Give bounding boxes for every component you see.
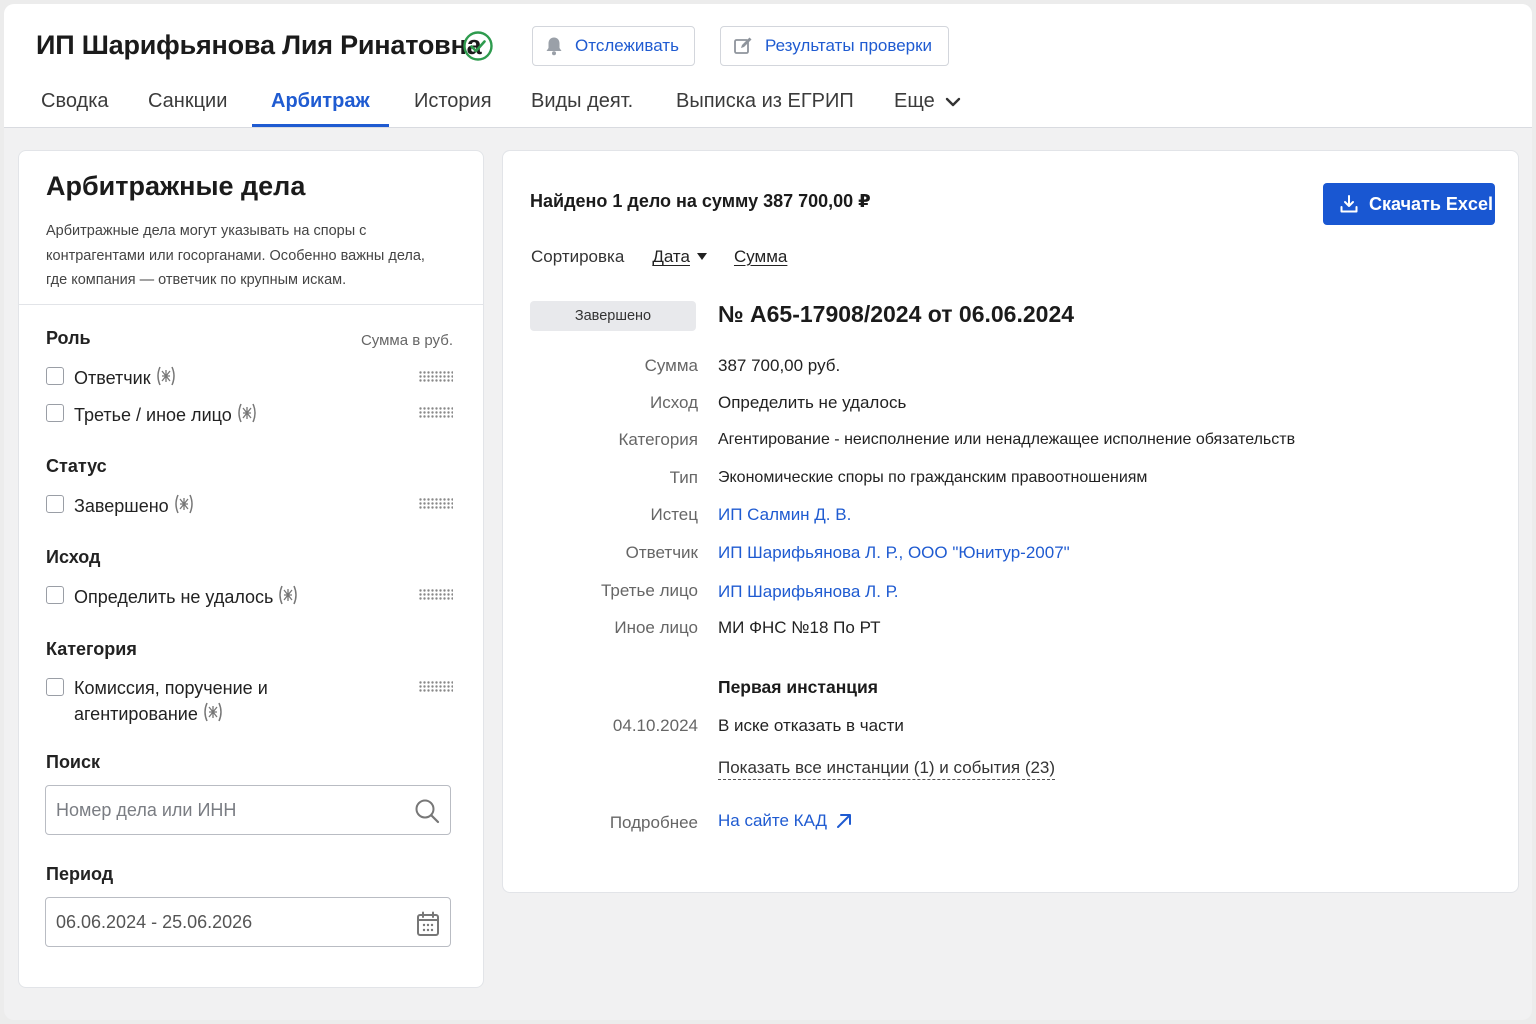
filter-option-third-party[interactable]: Третье / иное лицо bbox=[46, 402, 259, 428]
count-hidden-icon bbox=[156, 366, 175, 386]
blurred-sum-value bbox=[419, 681, 453, 693]
instance-date: 04.10.2024 bbox=[612, 716, 698, 735]
sort-controls: Сортировка Дата Сумма bbox=[531, 247, 787, 267]
field-label-type: Тип bbox=[669, 468, 698, 487]
tab-sanctions[interactable]: Санкции bbox=[148, 80, 227, 128]
filter-option-defendant[interactable]: Ответчик bbox=[46, 365, 178, 391]
blurred-sum-value bbox=[419, 407, 453, 419]
check-results-button[interactable]: Результаты проверки bbox=[720, 26, 949, 66]
option-label: Определить не удалось bbox=[74, 587, 274, 607]
divider bbox=[19, 304, 483, 305]
field-value-sum: 387 700,00 руб. bbox=[718, 356, 841, 375]
chevron-down-icon bbox=[945, 97, 960, 107]
tab-more-label: Еще bbox=[894, 90, 935, 112]
field-label-plaintiff: Истец bbox=[650, 505, 698, 524]
option-label: Комиссия, поручение и агентирование bbox=[74, 678, 268, 724]
checkbox[interactable] bbox=[46, 404, 64, 422]
field-label-outcome: Исход bbox=[649, 393, 698, 412]
edit-icon bbox=[734, 37, 752, 54]
search-icon[interactable] bbox=[414, 798, 440, 824]
blurred-sum-value bbox=[419, 498, 453, 510]
instance-title: Первая инстанция bbox=[718, 677, 878, 697]
page-header: ИП Шарифьянова Лия Ринатовна Отслеживать… bbox=[4, 4, 1532, 128]
found-summary: Найдено 1 дело на сумму 387 700,00 ₽ bbox=[530, 191, 871, 211]
download-icon bbox=[1340, 195, 1358, 213]
filters-title: Арбитражные дела bbox=[46, 171, 306, 201]
period-field bbox=[45, 897, 451, 947]
page-title: ИП Шарифьянова Лия Ринатовна bbox=[36, 30, 482, 60]
count-hidden-icon bbox=[204, 702, 222, 722]
period-title: Период bbox=[46, 864, 114, 884]
field-label-sum: Сумма bbox=[644, 356, 698, 375]
option-label: Третье / иное лицо bbox=[74, 405, 232, 425]
case-number: № А65-17908/2024 от 06.06.2024 bbox=[718, 301, 1075, 327]
filters-description: Арбитражные дела могут указывать на спор… bbox=[46, 223, 425, 288]
field-label-defendant: Ответчик bbox=[625, 543, 698, 562]
show-all-instances-link[interactable]: Показать все инстанции (1) и события (23… bbox=[718, 758, 1056, 780]
checkbox[interactable] bbox=[46, 495, 64, 513]
filter-option-commission-agency[interactable]: Комиссия, поручение и агентирование bbox=[46, 676, 304, 727]
sort-label: Сортировка bbox=[531, 247, 625, 266]
filter-group-outcome-title: Исход bbox=[46, 547, 101, 567]
app-window: ИП Шарифьянова Лия Ринатовна Отслеживать… bbox=[4, 4, 1532, 1020]
active-tab-indicator bbox=[252, 124, 389, 127]
period-input[interactable] bbox=[46, 898, 406, 946]
count-hidden-icon bbox=[174, 494, 193, 514]
filter-option-completed[interactable]: Завершено bbox=[46, 493, 196, 519]
more-label: Подробнее bbox=[609, 813, 698, 832]
instance-result: В иске отказать в части bbox=[718, 716, 904, 735]
download-excel-button[interactable]: Скачать Excel bbox=[1323, 183, 1495, 225]
tab-egrip-extract[interactable]: Выписка из ЕГРИП bbox=[676, 80, 854, 128]
results-panel: Найдено 1 дело на сумму 387 700,00 ₽ Ска… bbox=[502, 150, 1519, 893]
checkbox[interactable] bbox=[46, 678, 64, 696]
field-value-outcome: Определить не удалось bbox=[718, 393, 907, 412]
search-input[interactable] bbox=[46, 786, 406, 834]
filter-group-category-title: Категория bbox=[46, 639, 137, 659]
field-value-type: Экономические споры по гражданским право… bbox=[718, 469, 1148, 486]
option-label: Ответчик bbox=[74, 368, 151, 388]
follow-button-label: Отслеживать bbox=[575, 36, 679, 55]
defendant-link[interactable]: ИП Шарифьянова Л. Р., ООО "Юнитур-2007" bbox=[718, 543, 1070, 563]
status-badge: Завершено bbox=[530, 301, 696, 331]
download-excel-label: Скачать Excel bbox=[1369, 193, 1493, 214]
kad-site-link[interactable]: На сайте КАД bbox=[718, 811, 853, 831]
caret-down-icon[interactable] bbox=[696, 252, 708, 262]
sort-by-date[interactable]: Дата bbox=[652, 247, 690, 267]
field-label-other-party: Иное лицо bbox=[614, 618, 698, 637]
verified-check-icon bbox=[463, 31, 493, 61]
external-link-icon bbox=[837, 814, 851, 828]
option-label: Завершено bbox=[74, 496, 169, 516]
field-label-category: Категория bbox=[618, 430, 698, 449]
kad-site-link-label: На сайте КАД bbox=[718, 811, 827, 830]
field-label-third-party: Третье лицо bbox=[600, 581, 698, 600]
sum-column-header: Сумма в руб. bbox=[360, 332, 453, 349]
tab-more[interactable]: Еще bbox=[894, 80, 961, 128]
search-title: Поиск bbox=[46, 752, 101, 772]
filter-group-role-title: Роль bbox=[46, 328, 91, 348]
check-results-label: Результаты проверки bbox=[765, 36, 933, 55]
tab-summary[interactable]: Сводка bbox=[41, 80, 109, 128]
third-party-link[interactable]: ИП Шарифьянова Л. Р. bbox=[718, 582, 899, 602]
filter-group-status-title: Статус bbox=[46, 456, 107, 476]
checkbox[interactable] bbox=[46, 367, 64, 385]
tab-bar: Сводка Санкции Арбитраж История Виды дея… bbox=[4, 80, 1532, 128]
follow-button[interactable]: Отслеживать bbox=[532, 26, 695, 66]
filter-option-undetermined[interactable]: Определить не удалось bbox=[46, 584, 300, 610]
sort-by-sum[interactable]: Сумма bbox=[734, 247, 787, 267]
blurred-sum-value bbox=[419, 371, 453, 383]
tab-activities[interactable]: Виды деят. bbox=[531, 80, 633, 128]
blurred-sum-value bbox=[419, 589, 453, 601]
bell-icon bbox=[546, 37, 562, 56]
field-value-other-party: МИ ФНС №18 По РТ bbox=[718, 618, 881, 637]
filters-panel: Арбитражные дела Арбитражные дела могут … bbox=[18, 150, 484, 988]
checkbox[interactable] bbox=[46, 586, 64, 604]
count-hidden-icon bbox=[238, 403, 256, 423]
plaintiff-link[interactable]: ИП Салмин Д. В. bbox=[718, 505, 851, 525]
tab-history[interactable]: История bbox=[414, 80, 492, 128]
tab-arbitration[interactable]: Арбитраж bbox=[271, 80, 370, 128]
field-value-category: Агентирование - неисполнение или ненадле… bbox=[718, 431, 1296, 448]
calendar-icon[interactable] bbox=[416, 911, 440, 937]
search-field bbox=[45, 785, 451, 835]
count-hidden-icon bbox=[279, 585, 298, 605]
